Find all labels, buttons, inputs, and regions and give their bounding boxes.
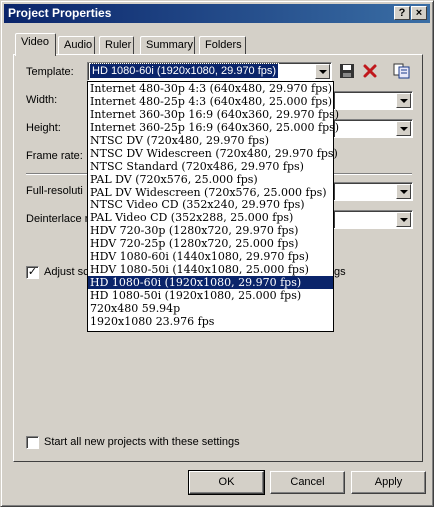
width-dropdown[interactable] xyxy=(333,91,413,110)
tab-audio[interactable]: Audio xyxy=(58,36,95,54)
tab-video[interactable]: Video xyxy=(15,33,56,56)
template-options-list[interactable]: Internet 480-30p 4:3 (640x480, 29.970 fp… xyxy=(87,81,339,332)
template-option[interactable]: PAL DV (720x576, 25.000 fps) xyxy=(88,173,333,186)
template-option[interactable]: HDV 720-30p (1280x720, 29.970 fps) xyxy=(88,224,333,237)
template-option[interactable]: NTSC DV (720x480, 29.970 fps) xyxy=(88,134,333,147)
template-option[interactable]: Internet 480-30p 4:3 (640x480, 29.970 fp… xyxy=(88,82,333,95)
template-option[interactable]: 1920x1080 23.976 fps xyxy=(88,315,333,328)
height-dropdown[interactable] xyxy=(333,119,413,138)
template-label: Template: xyxy=(26,66,74,78)
template-option[interactable]: HDV 720-25p (1280x720, 25.000 fps) xyxy=(88,237,333,250)
width-label: Width: xyxy=(26,94,58,106)
full-resolution-dropdown[interactable] xyxy=(333,182,413,201)
chevron-down-icon[interactable] xyxy=(396,212,411,227)
project-properties-dialog: Project Properties ? × Video Audio Ruler… xyxy=(0,0,434,507)
adjust-source-label: Adjust sc xyxy=(44,266,89,278)
full-resolution-label: Full-resoluti xyxy=(26,185,83,197)
ok-button[interactable]: OK xyxy=(188,470,265,495)
template-option[interactable]: Internet 360-30p 16:9 (640x360, 29.970 f… xyxy=(88,108,339,121)
template-option[interactable]: NTSC DV Widescreen (720x480, 29.970 fps) xyxy=(88,147,338,160)
template-option[interactable]: HDV 1080-50i (1440x1080, 25.000 fps) xyxy=(88,263,333,276)
title-bar[interactable]: Project Properties ? × xyxy=(4,4,430,23)
save-icon[interactable] xyxy=(338,63,356,81)
template-option[interactable]: HDV 1080-60i (1440x1080, 29.970 fps) xyxy=(88,250,333,263)
adjust-source-checkbox[interactable]: ✓ xyxy=(26,266,39,279)
close-button[interactable]: × xyxy=(411,6,427,20)
delete-icon[interactable] xyxy=(361,63,379,81)
template-option[interactable]: Internet 480-25p 4:3 (640x480, 25.000 fp… xyxy=(88,95,333,108)
tab-folders[interactable]: Folders xyxy=(199,36,246,54)
deinterlace-dropdown[interactable] xyxy=(333,210,413,229)
window-title: Project Properties xyxy=(8,6,112,20)
tab-summary[interactable]: Summary xyxy=(140,36,195,54)
template-selected-value: HD 1080-60i (1920x1080, 29.970 fps) xyxy=(88,63,280,79)
chevron-down-icon[interactable] xyxy=(315,64,330,79)
template-option[interactable]: PAL DV Widescreen (720x576, 25.000 fps) xyxy=(88,186,333,199)
tab-ruler[interactable]: Ruler xyxy=(99,36,134,54)
template-dropdown[interactable]: HD 1080-60i (1920x1080, 29.970 fps) xyxy=(87,62,332,81)
copy-settings-icon[interactable] xyxy=(393,63,411,81)
help-button[interactable]: ? xyxy=(394,6,410,20)
template-option[interactable]: PAL Video CD (352x288, 25.000 fps) xyxy=(88,211,333,224)
template-option[interactable]: HD 1080-60i (1920x1080, 29.970 fps) xyxy=(88,276,333,289)
start-all-checkbox[interactable] xyxy=(26,436,39,449)
cancel-button[interactable]: Cancel xyxy=(270,471,345,494)
chevron-down-icon[interactable] xyxy=(396,184,411,199)
adjust-source-label-tail: gs xyxy=(334,266,346,278)
apply-button[interactable]: Apply xyxy=(351,471,426,494)
frame-rate-label: Frame rate: xyxy=(26,150,83,162)
chevron-down-icon[interactable] xyxy=(396,93,411,108)
template-option[interactable]: HD 1080-50i (1920x1080, 25.000 fps) xyxy=(88,289,333,302)
height-label: Height: xyxy=(26,122,61,134)
template-option[interactable]: Internet 360-25p 16:9 (640x360, 25.000 f… xyxy=(88,121,339,134)
template-option[interactable]: NTSC Standard (720x486, 29.970 fps) xyxy=(88,160,333,173)
template-option[interactable]: NTSC Video CD (352x240, 29.970 fps) xyxy=(88,198,333,211)
deinterlace-label: Deinterlace n xyxy=(26,213,91,225)
chevron-down-icon[interactable] xyxy=(396,121,411,136)
template-option[interactable]: 720x480 59.94p xyxy=(88,302,333,315)
start-all-label: Start all new projects with these settin… xyxy=(44,436,240,448)
